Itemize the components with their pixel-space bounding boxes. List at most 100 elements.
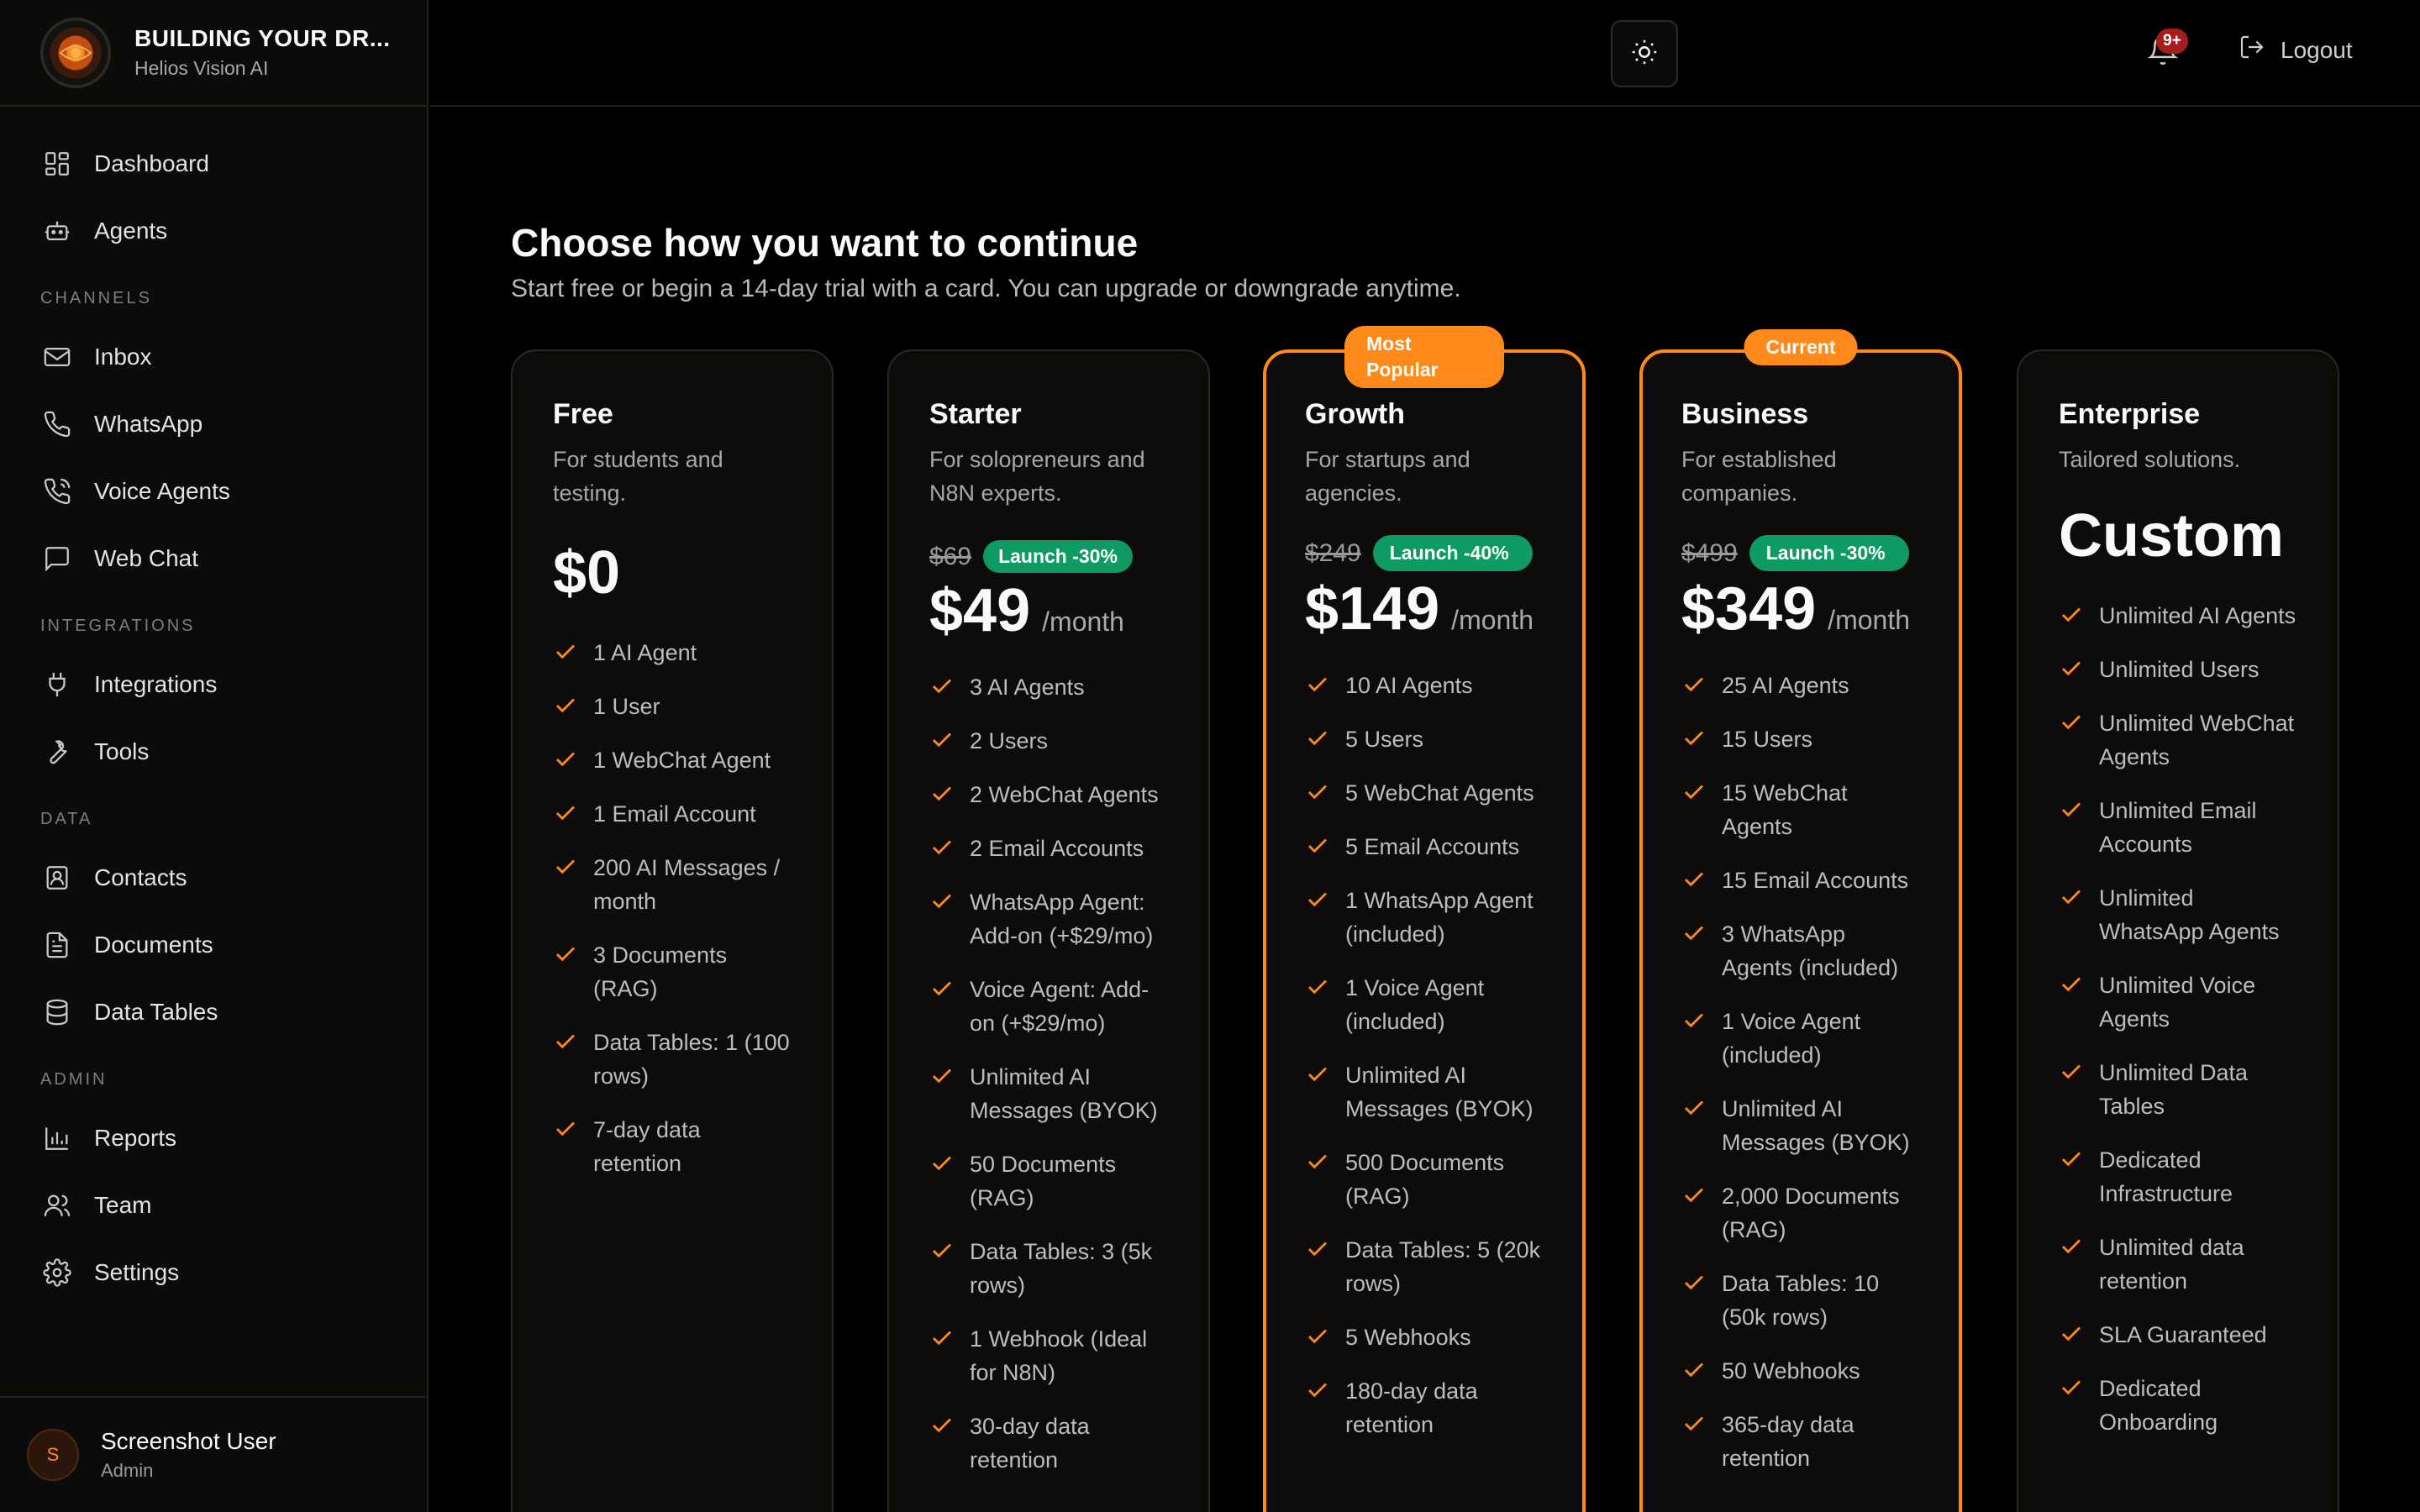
feature-item: 5 Email Accounts <box>1305 830 1544 864</box>
document-icon <box>40 928 74 962</box>
feature-text: 10 AI Agents <box>1345 673 1473 699</box>
sidebar-item-team[interactable]: Team <box>0 1172 427 1239</box>
plan-description: For established companies. <box>1681 447 1837 506</box>
plan-card-free[interactable]: Free For students and testing. $0 1 AI A… <box>511 349 834 1512</box>
plan-card-starter[interactable]: Starter For solopreneurs and N8N experts… <box>887 349 1210 1512</box>
check-icon <box>933 1243 951 1258</box>
sidebar-item-contacts[interactable]: Contacts <box>0 844 427 911</box>
feature-item: 500 Documents (RAG) <box>1305 1146 1544 1213</box>
feature-text: 50 Webhooks <box>1722 1358 1860 1384</box>
feature-item: 2,000 Documents (RAG) <box>1681 1179 1920 1247</box>
check-icon <box>2062 1152 2081 1167</box>
logout-icon <box>2238 34 2265 66</box>
plan-description: Tailored solutions. <box>2059 447 2241 472</box>
user-profile[interactable]: S Screenshot User Admin <box>0 1396 427 1512</box>
sidebar-item-whatsapp[interactable]: WhatsApp <box>0 391 427 458</box>
check-icon <box>1685 872 1703 887</box>
page-title: Choose how you want to continue <box>511 221 1139 265</box>
plan-card-enterprise[interactable]: Enterprise Tailored solutions. Custom Un… <box>2017 349 2339 1512</box>
feature-text: 3 AI Agents <box>970 675 1085 701</box>
phone-call-icon <box>40 475 74 508</box>
sidebar-item-label: Integrations <box>94 671 218 697</box>
feature-item: 5 Users <box>1305 722 1544 756</box>
sidebar-item-label: Data Tables <box>94 999 218 1025</box>
sidebar-item-label: Voice Agents <box>94 478 230 504</box>
feature-text: Unlimited data retention <box>2099 1235 2244 1294</box>
gear-icon <box>40 1256 74 1289</box>
feature-item: Data Tables: 1 (100 rows) <box>553 1026 792 1093</box>
sidebar-item-web-chat[interactable]: Web Chat <box>0 525 427 592</box>
sidebar-item-voice-agents[interactable]: Voice Agents <box>0 458 427 525</box>
sidebar-item-data-tables[interactable]: Data Tables <box>0 979 427 1046</box>
plan-name: Business <box>1681 398 1809 430</box>
feature-item: 5 WebChat Agents <box>1305 776 1544 810</box>
feature-text: 15 WebChat Agents <box>1722 780 1848 840</box>
check-icon <box>556 644 575 659</box>
sidebar-item-dashboard[interactable]: Dashboard <box>0 130 427 197</box>
sidebar-item-agents[interactable]: Agents <box>0 197 427 265</box>
sidebar-item-label: Web Chat <box>94 545 198 571</box>
feature-text: Data Tables: 1 (100 rows) <box>593 1030 790 1089</box>
feature-text: Data Tables: 3 (5k rows) <box>970 1239 1153 1299</box>
plug-icon <box>40 668 74 701</box>
feature-text: Data Tables: 5 (20k rows) <box>1345 1237 1541 1297</box>
check-icon <box>1685 677 1703 692</box>
sidebar-item-integrations[interactable]: Integrations <box>0 651 427 718</box>
sidebar-item-tools[interactable]: Tools <box>0 718 427 785</box>
check-icon <box>933 732 951 748</box>
check-icon <box>1308 1067 1327 1082</box>
feature-text: Unlimited AI Messages (BYOK) <box>1722 1096 1910 1156</box>
feature-text: WhatsApp Agent: Add-on (+$29/mo) <box>970 890 1154 949</box>
logout-button[interactable]: Logout <box>2238 34 2353 66</box>
feature-item: 1 Email Account <box>553 797 792 831</box>
feature-item: 180-day data retention <box>1305 1374 1544 1441</box>
mail-icon <box>40 340 74 374</box>
sidebar-item-label: Dashboard <box>94 150 209 176</box>
brand-header[interactable]: BUILDING YOUR DR... Helios Vision AI <box>0 0 427 107</box>
feature-item: Unlimited WhatsApp Agents <box>2059 881 2297 948</box>
check-icon <box>556 1034 575 1049</box>
check-icon <box>1308 1242 1327 1257</box>
feature-item: Data Tables: 10 (50k rows) <box>1681 1267 1920 1334</box>
price-period: /month <box>1451 605 1534 636</box>
feature-text: 5 Email Accounts <box>1345 834 1520 860</box>
feature-text: 500 Documents (RAG) <box>1345 1150 1505 1210</box>
feature-item: 25 AI Agents <box>1681 669 1920 702</box>
sidebar-item-settings[interactable]: Settings <box>0 1239 427 1306</box>
launch-discount-badge: Launch -30% <box>983 540 1133 574</box>
sidebar-nav: Dashboard Agents CHANNELS Inbox WhatsApp <box>0 107 427 1306</box>
feature-text: Unlimited Users <box>2099 657 2260 682</box>
feature-text: 1 WhatsApp Agent (included) <box>1345 888 1534 948</box>
feature-item: 10 AI Agents <box>1305 669 1544 702</box>
sidebar-item-label: Documents <box>94 932 213 958</box>
plan-price: $49 /month <box>929 576 1168 645</box>
sidebar-item-documents[interactable]: Documents <box>0 911 427 979</box>
feature-item: Unlimited AI Messages (BYOK) <box>1681 1092 1920 1159</box>
feature-text: 1 Voice Agent (included) <box>1722 1009 1861 1068</box>
feature-text: 25 AI Agents <box>1722 673 1849 699</box>
sidebar-item-label: Tools <box>94 738 150 764</box>
feature-list: 1 AI Agent 1 User 1 WebChat Agent 1 Emai… <box>553 636 792 1180</box>
feature-item: 15 Users <box>1681 722 1920 756</box>
feature-text: Voice Agent: Add-on (+$29/mo) <box>970 977 1150 1037</box>
feature-text: Data Tables: 10 (50k rows) <box>1722 1271 1880 1331</box>
theme-toggle-button[interactable] <box>1611 20 1678 87</box>
plan-description: For solopreneurs and N8N experts. <box>929 447 1145 506</box>
feature-text: 50 Documents (RAG) <box>970 1152 1117 1211</box>
section-label-data: DATA <box>40 810 93 828</box>
feature-item: 365-day data retention <box>1681 1408 1920 1475</box>
feature-list: Unlimited AI Agents Unlimited Users Unli… <box>2059 599 2297 1439</box>
check-icon <box>1308 677 1327 692</box>
plan-name: Enterprise <box>2059 398 2201 430</box>
feature-item: Unlimited WebChat Agents <box>2059 706 2297 774</box>
feature-item: Data Tables: 5 (20k rows) <box>1305 1233 1544 1300</box>
plan-card-business[interactable]: Current Business For established compani… <box>1639 329 1962 1512</box>
sidebar-item-inbox[interactable]: Inbox <box>0 323 427 391</box>
feature-text: 200 AI Messages / month <box>593 855 781 914</box>
price-period: /month <box>1828 605 1910 636</box>
sidebar-item-reports[interactable]: Reports <box>0 1105 427 1172</box>
plan-description: For students and testing. <box>553 447 723 506</box>
plan-card-growth[interactable]: Most Popular Growth For startups and age… <box>1263 326 1586 1512</box>
check-icon <box>1685 926 1703 941</box>
check-icon <box>2062 977 2081 992</box>
